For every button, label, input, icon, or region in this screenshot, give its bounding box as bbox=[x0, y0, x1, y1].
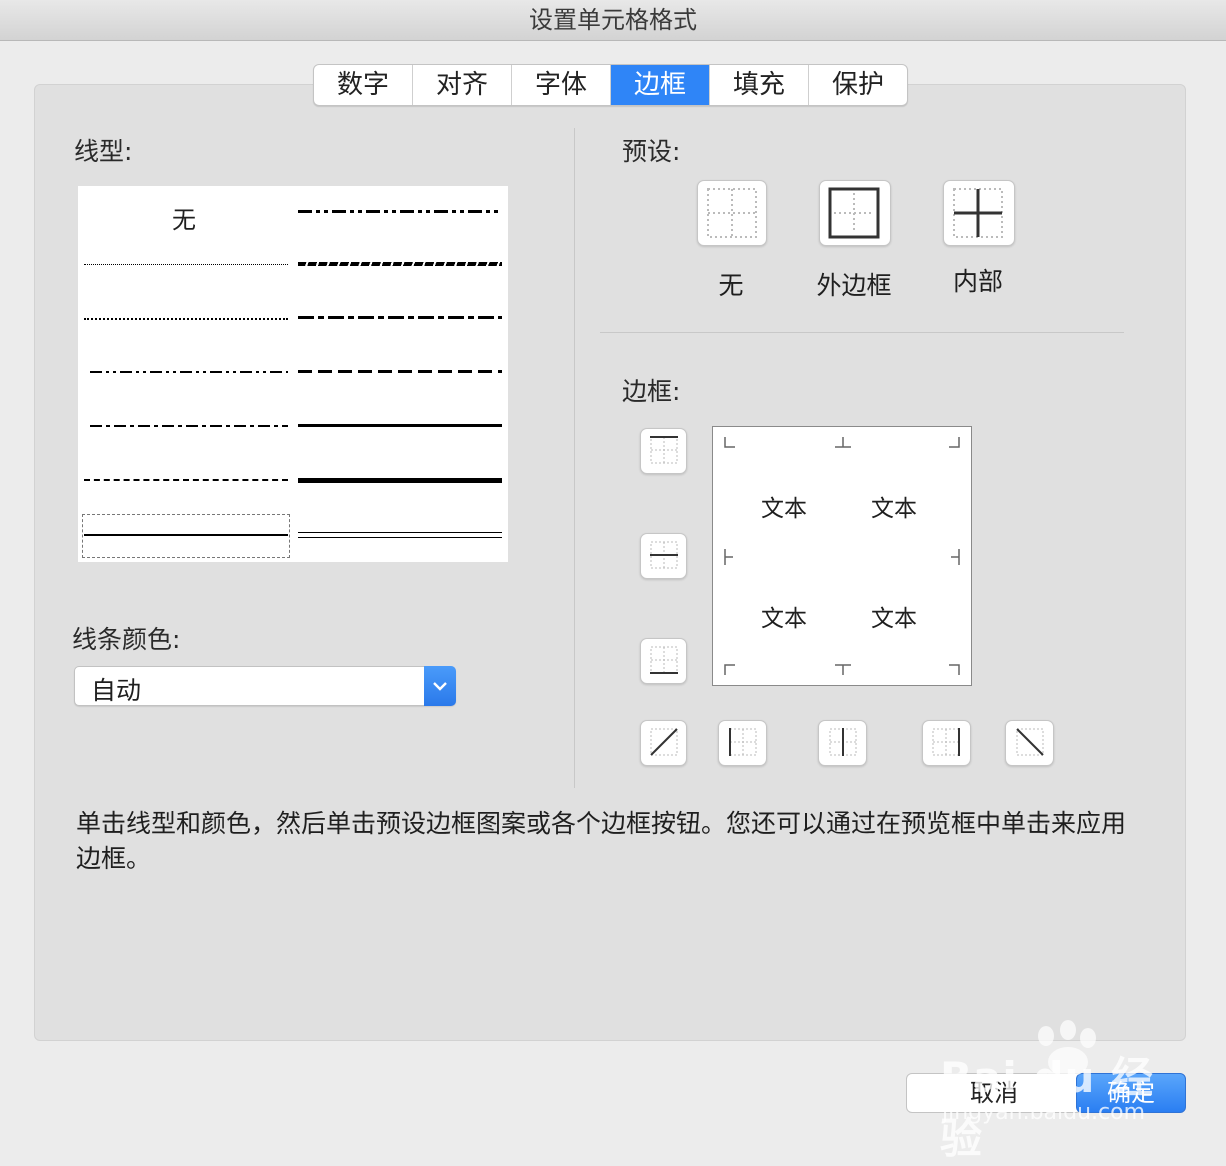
column-divider bbox=[574, 128, 575, 788]
diagonal-down-icon bbox=[1016, 728, 1044, 756]
border-right-button[interactable] bbox=[922, 720, 971, 766]
border-top-button[interactable] bbox=[640, 428, 687, 474]
ok-button[interactable]: 确定 bbox=[1076, 1073, 1186, 1113]
tab-border[interactable]: 边框 bbox=[611, 65, 710, 105]
preset-inside-icon bbox=[953, 188, 1003, 238]
line-style-medium-dashed[interactable] bbox=[298, 370, 502, 373]
line-style-list: 无 bbox=[78, 186, 508, 562]
window-title: 设置单元格格式 bbox=[0, 0, 1226, 41]
line-style-double[interactable] bbox=[298, 532, 502, 538]
line-style-dotted[interactable] bbox=[84, 318, 288, 320]
preset-outline-label: 外边框 bbox=[816, 271, 892, 300]
tab-font[interactable]: 字体 bbox=[512, 65, 611, 105]
preset-none-label: 无 bbox=[718, 271, 744, 300]
help-text: 单击线型和颜色，然后单击预设边框图案或各个边框按钮。您还可以通过在预览框中单击来… bbox=[76, 809, 1127, 873]
preview-text: 文本 bbox=[871, 606, 917, 632]
line-color-value: 自动 bbox=[91, 676, 142, 705]
line-style-thin[interactable] bbox=[84, 534, 288, 536]
border-inside-vertical-button[interactable] bbox=[818, 720, 867, 766]
border-inside-vertical-icon bbox=[829, 728, 857, 756]
border-inside-horizontal-button[interactable] bbox=[640, 533, 687, 579]
preset-none-icon bbox=[707, 188, 757, 238]
line-style-dash-dot[interactable] bbox=[90, 425, 288, 427]
preview-text: 文本 bbox=[761, 606, 807, 632]
tab-number[interactable]: 数字 bbox=[314, 65, 413, 105]
line-color-select[interactable]: 自动 bbox=[74, 666, 456, 706]
chevron-down-icon[interactable] bbox=[424, 666, 456, 706]
line-color-label: 线条颜色: bbox=[72, 625, 181, 654]
border-right-icon bbox=[932, 728, 960, 756]
line-style-thick[interactable] bbox=[298, 478, 502, 483]
line-style-dash-dot-dot[interactable] bbox=[90, 371, 288, 373]
line-style-dashed[interactable] bbox=[84, 479, 288, 481]
tab-bar: 数字 对齐 字体 边框 填充 保护 bbox=[313, 64, 908, 106]
preview-corner-marks bbox=[724, 437, 960, 675]
line-style-hair[interactable] bbox=[84, 264, 288, 265]
border-bottom-button[interactable] bbox=[640, 638, 687, 684]
preset-outline-button[interactable] bbox=[819, 180, 891, 246]
tab-fill[interactable]: 填充 bbox=[710, 65, 809, 105]
tab-protection[interactable]: 保护 bbox=[809, 65, 907, 105]
line-style-none[interactable]: 无 bbox=[172, 200, 196, 235]
line-style-medium[interactable] bbox=[298, 424, 502, 427]
border-left-button[interactable] bbox=[718, 720, 767, 766]
border-top-icon bbox=[650, 436, 678, 464]
presets-label: 预设: bbox=[622, 137, 681, 166]
border-preview[interactable]: 文本 文本 文本 文本 bbox=[712, 426, 972, 686]
diagonal-up-icon bbox=[650, 728, 678, 756]
line-style-medium-dash-dot-dot[interactable] bbox=[298, 210, 502, 213]
border-bottom-icon bbox=[650, 646, 678, 674]
tab-alignment[interactable]: 对齐 bbox=[413, 65, 512, 105]
border-diagonal-down-button[interactable] bbox=[1005, 720, 1054, 766]
preset-none-button[interactable] bbox=[697, 180, 767, 246]
line-style-slanted-dash-dot[interactable] bbox=[298, 262, 502, 266]
section-divider bbox=[600, 332, 1124, 333]
preview-text: 文本 bbox=[761, 496, 807, 522]
preset-outline-icon bbox=[828, 187, 880, 239]
border-inside-horizontal-icon bbox=[650, 541, 678, 569]
line-style-label: 线型: bbox=[74, 137, 133, 166]
preset-inside-label: 内部 bbox=[952, 267, 1003, 296]
border-label: 边框: bbox=[622, 377, 681, 406]
line-style-medium-dash-dot[interactable] bbox=[298, 316, 502, 319]
border-left-icon bbox=[729, 728, 757, 756]
preset-inside-button[interactable] bbox=[943, 180, 1015, 246]
cancel-button[interactable]: 取消 bbox=[906, 1073, 1082, 1113]
line-style-selection bbox=[82, 514, 290, 558]
preview-text: 文本 bbox=[871, 496, 917, 522]
border-diagonal-up-button[interactable] bbox=[640, 720, 687, 766]
